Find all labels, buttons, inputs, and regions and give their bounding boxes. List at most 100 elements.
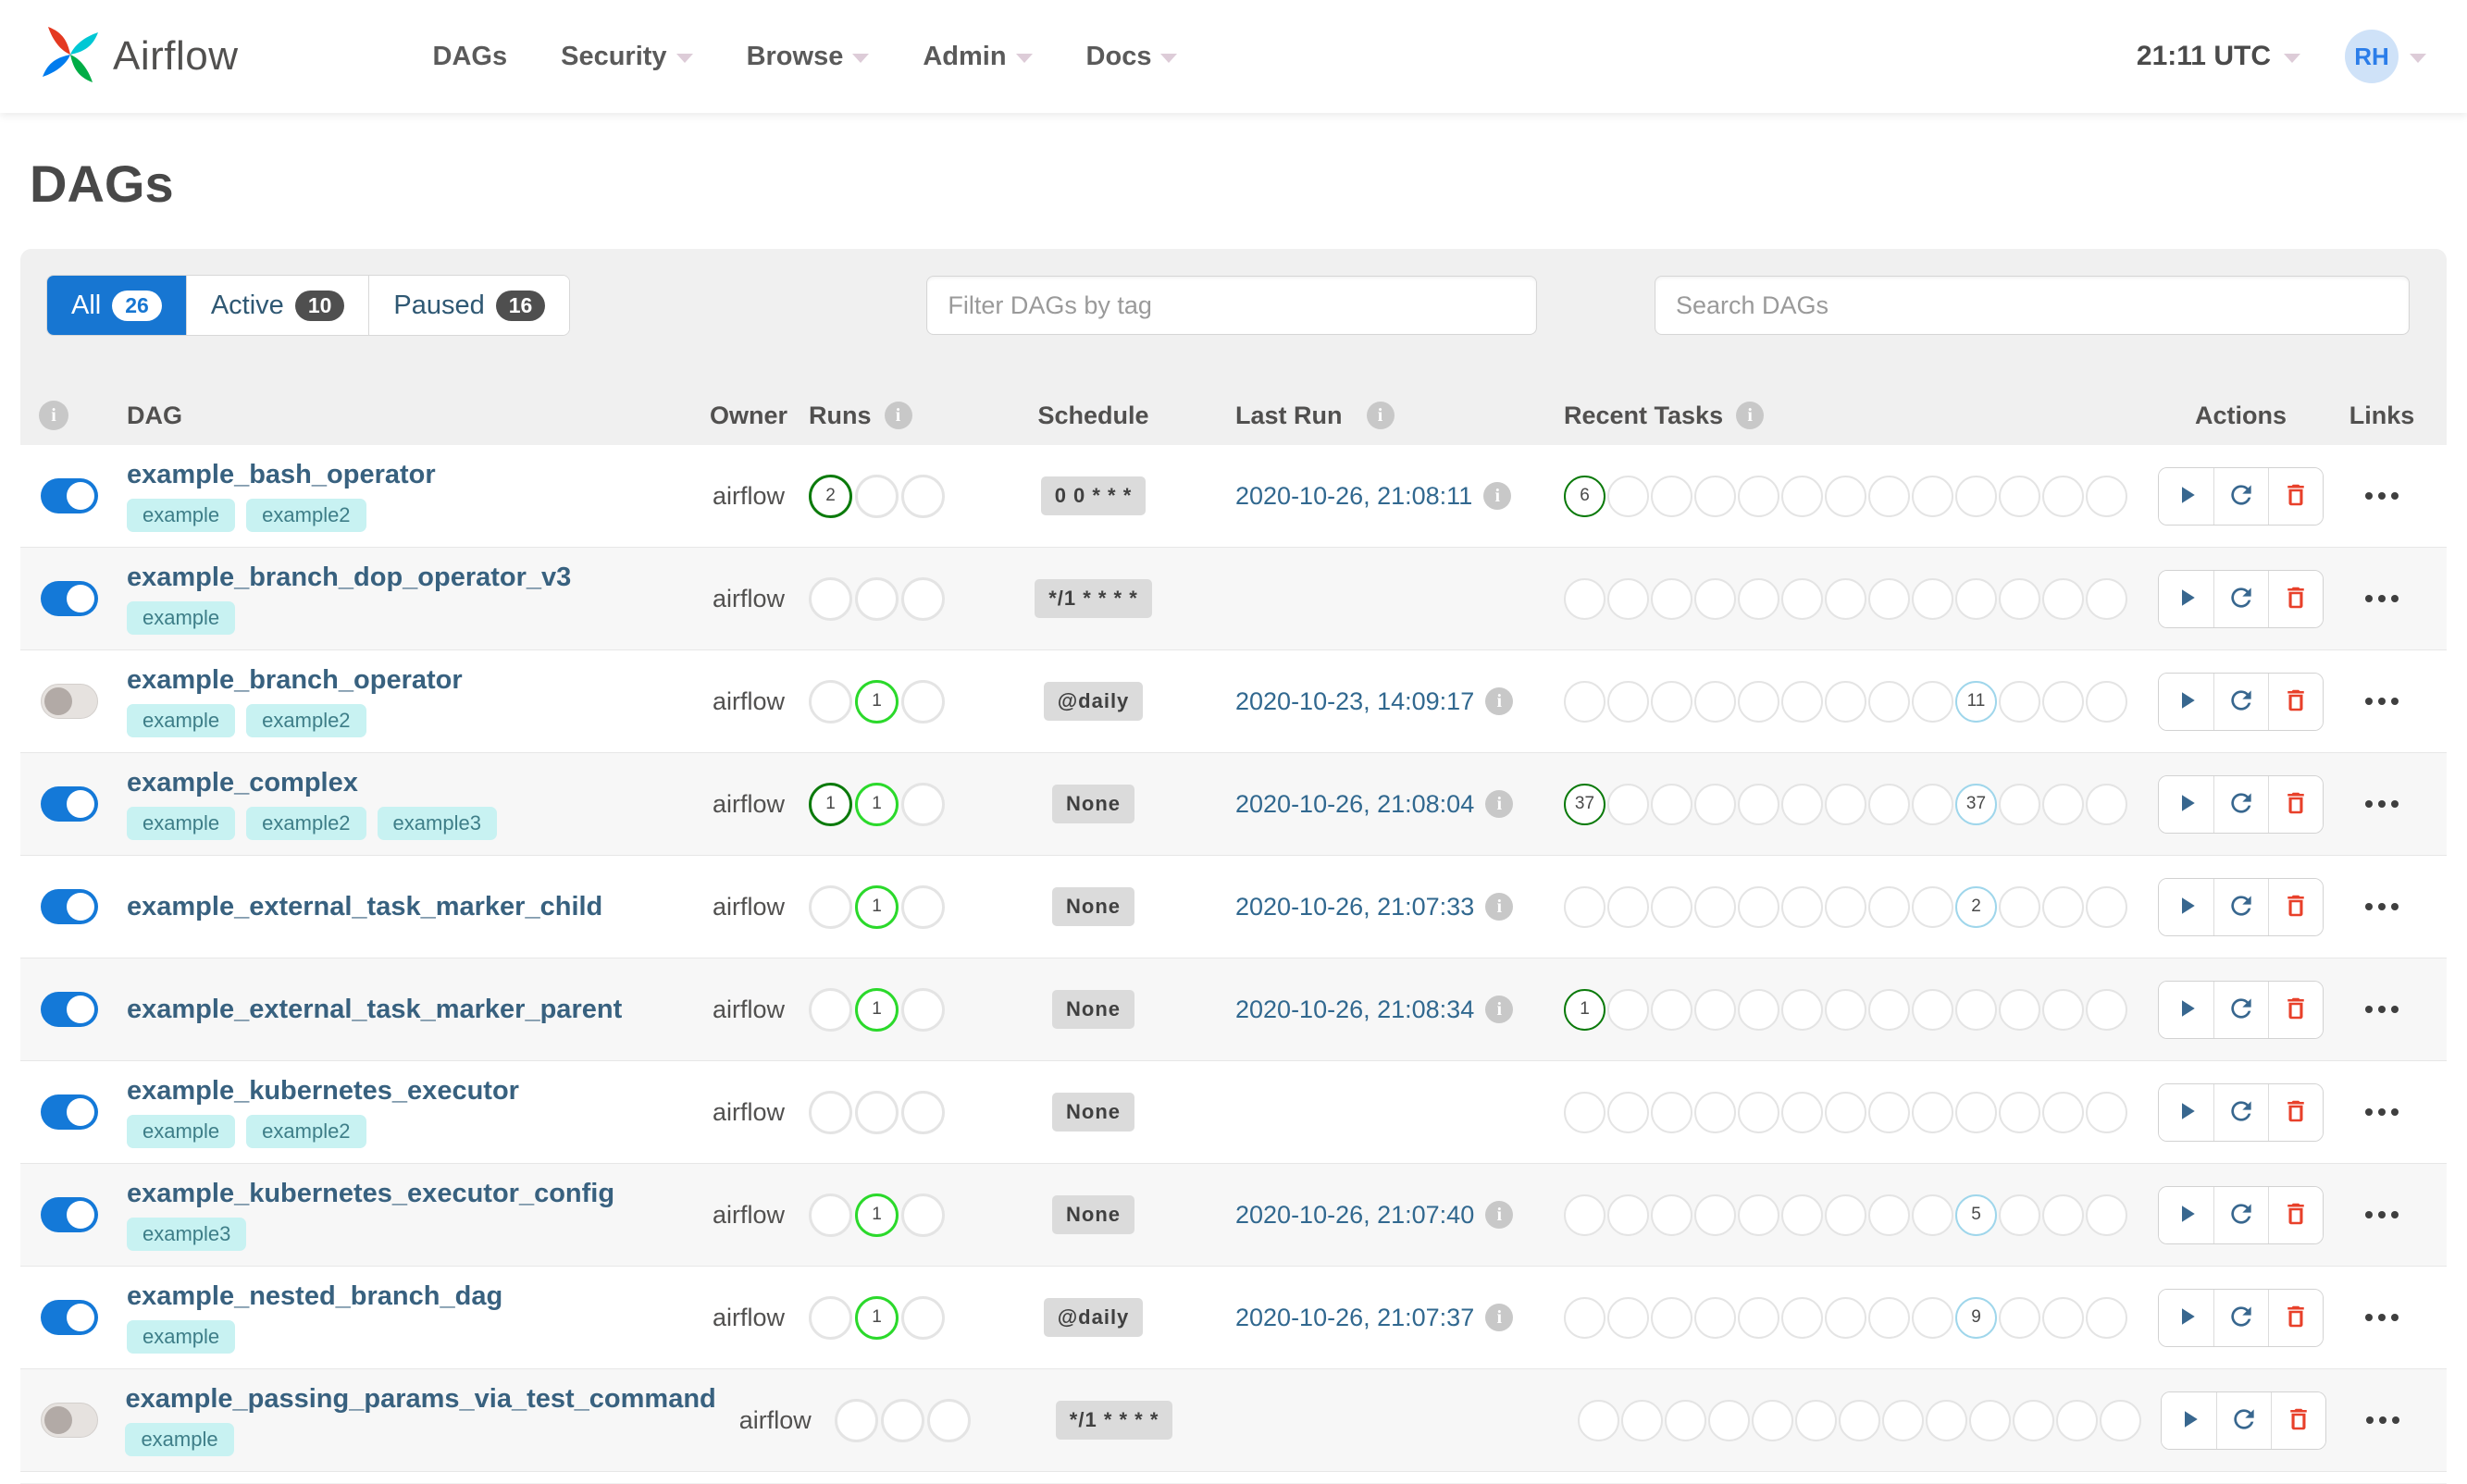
dag-name-link[interactable]: example_passing_params_via_test_command: [125, 1384, 715, 1415]
run-state-circle-success[interactable]: [809, 1090, 852, 1134]
trigger-dag-button[interactable]: [2159, 775, 2213, 833]
run-state-circle-success[interactable]: [809, 1193, 852, 1237]
run-state-circle-running[interactable]: 1: [855, 1193, 899, 1237]
run-state-circle-running[interactable]: 1: [855, 884, 899, 929]
delete-dag-button[interactable]: [2268, 1186, 2323, 1243]
recent-task-circle[interactable]: [1999, 577, 2040, 620]
recent-task-circle[interactable]: [1694, 783, 1736, 825]
run-state-circle-failed[interactable]: [901, 474, 945, 518]
recent-task-circle[interactable]: [1912, 1091, 1953, 1133]
recent-task-circle[interactable]: [1868, 783, 1910, 825]
refresh-dag-button[interactable]: [2213, 1289, 2268, 1346]
run-state-circle-running[interactable]: [880, 1398, 924, 1442]
recent-task-circle[interactable]: [1564, 577, 1605, 620]
recent-task-circle[interactable]: 37: [1564, 783, 1605, 825]
run-state-circle-failed[interactable]: [901, 679, 945, 723]
delete-dag-button[interactable]: [2268, 981, 2323, 1038]
recent-task-circle[interactable]: [1926, 1399, 1968, 1441]
run-state-circle-success[interactable]: [809, 1295, 852, 1340]
recent-task-circle[interactable]: 6: [1564, 475, 1605, 517]
recent-task-circle[interactable]: 9: [1955, 1296, 1997, 1339]
recent-task-circle[interactable]: [1607, 1091, 1649, 1133]
refresh-dag-button[interactable]: [2213, 570, 2268, 627]
trigger-dag-button[interactable]: [2159, 1186, 2213, 1243]
run-state-circle-running[interactable]: [855, 576, 899, 621]
run-state-circle-running[interactable]: 1: [855, 782, 899, 826]
last-run-link[interactable]: 2020-10-26, 21:08:04: [1235, 790, 1474, 819]
ellipsis-icon[interactable]: [2365, 1416, 2399, 1424]
recent-task-circle[interactable]: [1868, 577, 1910, 620]
last-run-link[interactable]: 2020-10-26, 21:08:34: [1235, 996, 1474, 1024]
recent-task-circle[interactable]: [2042, 1091, 2084, 1133]
recent-task-circle[interactable]: [1999, 988, 2040, 1031]
recent-task-circle[interactable]: [2042, 783, 2084, 825]
delete-dag-button[interactable]: [2268, 570, 2323, 627]
recent-task-circle[interactable]: [1999, 1091, 2040, 1133]
recent-task-circle[interactable]: [1868, 1091, 1910, 1133]
recent-task-circle[interactable]: [1868, 1296, 1910, 1339]
ellipsis-icon[interactable]: [2365, 1006, 2399, 1013]
run-state-circle-success[interactable]: 2: [809, 474, 852, 518]
dag-pause-toggle[interactable]: [41, 889, 98, 924]
recent-task-circle[interactable]: [1694, 1193, 1736, 1236]
recent-task-circle[interactable]: [1825, 1193, 1866, 1236]
recent-task-circle[interactable]: [1999, 680, 2040, 723]
recent-task-circle[interactable]: [1781, 1296, 1823, 1339]
recent-task-circle[interactable]: [1868, 885, 1910, 928]
ellipsis-icon[interactable]: [2365, 1108, 2399, 1116]
recent-task-circle[interactable]: 37: [1955, 783, 1997, 825]
dag-tag[interactable]: example: [127, 704, 236, 737]
recent-task-circle[interactable]: [1912, 988, 1953, 1031]
dag-tag[interactable]: example: [127, 1320, 236, 1354]
recent-task-circle[interactable]: [2056, 1399, 2099, 1441]
recent-task-circle[interactable]: [1999, 1193, 2040, 1236]
run-state-circle-failed[interactable]: [901, 1090, 945, 1134]
recent-task-circle[interactable]: [1825, 1091, 1866, 1133]
recent-task-circle[interactable]: 5: [1955, 1193, 1997, 1236]
delete-dag-button[interactable]: [2268, 775, 2323, 833]
tab-paused[interactable]: Paused 16: [368, 276, 570, 335]
dag-tag[interactable]: example: [125, 1423, 234, 1456]
dag-name-link[interactable]: example_external_task_marker_parent: [127, 995, 622, 1025]
tab-active[interactable]: Active 10: [185, 276, 369, 335]
dag-tag[interactable]: example2: [246, 1115, 366, 1148]
run-state-circle-success[interactable]: [809, 987, 852, 1032]
recent-task-circle[interactable]: [1955, 1091, 1997, 1133]
recent-task-circle[interactable]: [1781, 783, 1823, 825]
dag-tag[interactable]: example3: [377, 807, 497, 840]
recent-task-circle[interactable]: [1825, 680, 1866, 723]
recent-task-circle[interactable]: [1781, 577, 1823, 620]
dag-tag[interactable]: example: [127, 807, 236, 840]
recent-task-circle[interactable]: [1651, 1091, 1692, 1133]
recent-task-circle[interactable]: [1694, 680, 1736, 723]
recent-task-circle[interactable]: [1564, 885, 1605, 928]
dag-name-link[interactable]: example_bash_operator: [127, 460, 436, 490]
run-state-circle-failed[interactable]: [901, 782, 945, 826]
recent-task-circle[interactable]: [1912, 577, 1953, 620]
recent-task-circle[interactable]: [1955, 475, 1997, 517]
trigger-dag-button[interactable]: [2159, 981, 2213, 1038]
timezone-dropdown[interactable]: 21:11 UTC: [2137, 41, 2300, 72]
run-state-circle-success[interactable]: [809, 576, 852, 621]
recent-task-circle[interactable]: [1752, 1399, 1794, 1441]
recent-task-circle[interactable]: [1564, 1193, 1605, 1236]
recent-task-circle[interactable]: [1781, 475, 1823, 517]
recent-task-circle[interactable]: [1738, 475, 1779, 517]
recent-task-circle[interactable]: [1912, 680, 1953, 723]
run-state-circle-success[interactable]: [809, 679, 852, 723]
run-state-circle-failed[interactable]: [901, 576, 945, 621]
recent-task-circle[interactable]: [1564, 680, 1605, 723]
recent-task-circle[interactable]: [1868, 475, 1910, 517]
dag-pause-toggle[interactable]: [41, 1300, 98, 1335]
recent-task-circle[interactable]: [1694, 475, 1736, 517]
dag-pause-toggle[interactable]: [41, 1197, 98, 1232]
ellipsis-icon[interactable]: [2365, 903, 2399, 910]
last-run-link[interactable]: 2020-10-26, 21:07:33: [1235, 893, 1474, 921]
recent-task-circle[interactable]: [2042, 577, 2084, 620]
recent-task-circle[interactable]: [2042, 988, 2084, 1031]
recent-task-circle[interactable]: [1825, 577, 1866, 620]
recent-task-circle[interactable]: [1912, 1193, 1953, 1236]
recent-task-circle[interactable]: [1781, 988, 1823, 1031]
recent-task-circle[interactable]: [1738, 885, 1779, 928]
trigger-dag-button[interactable]: [2159, 1083, 2213, 1141]
